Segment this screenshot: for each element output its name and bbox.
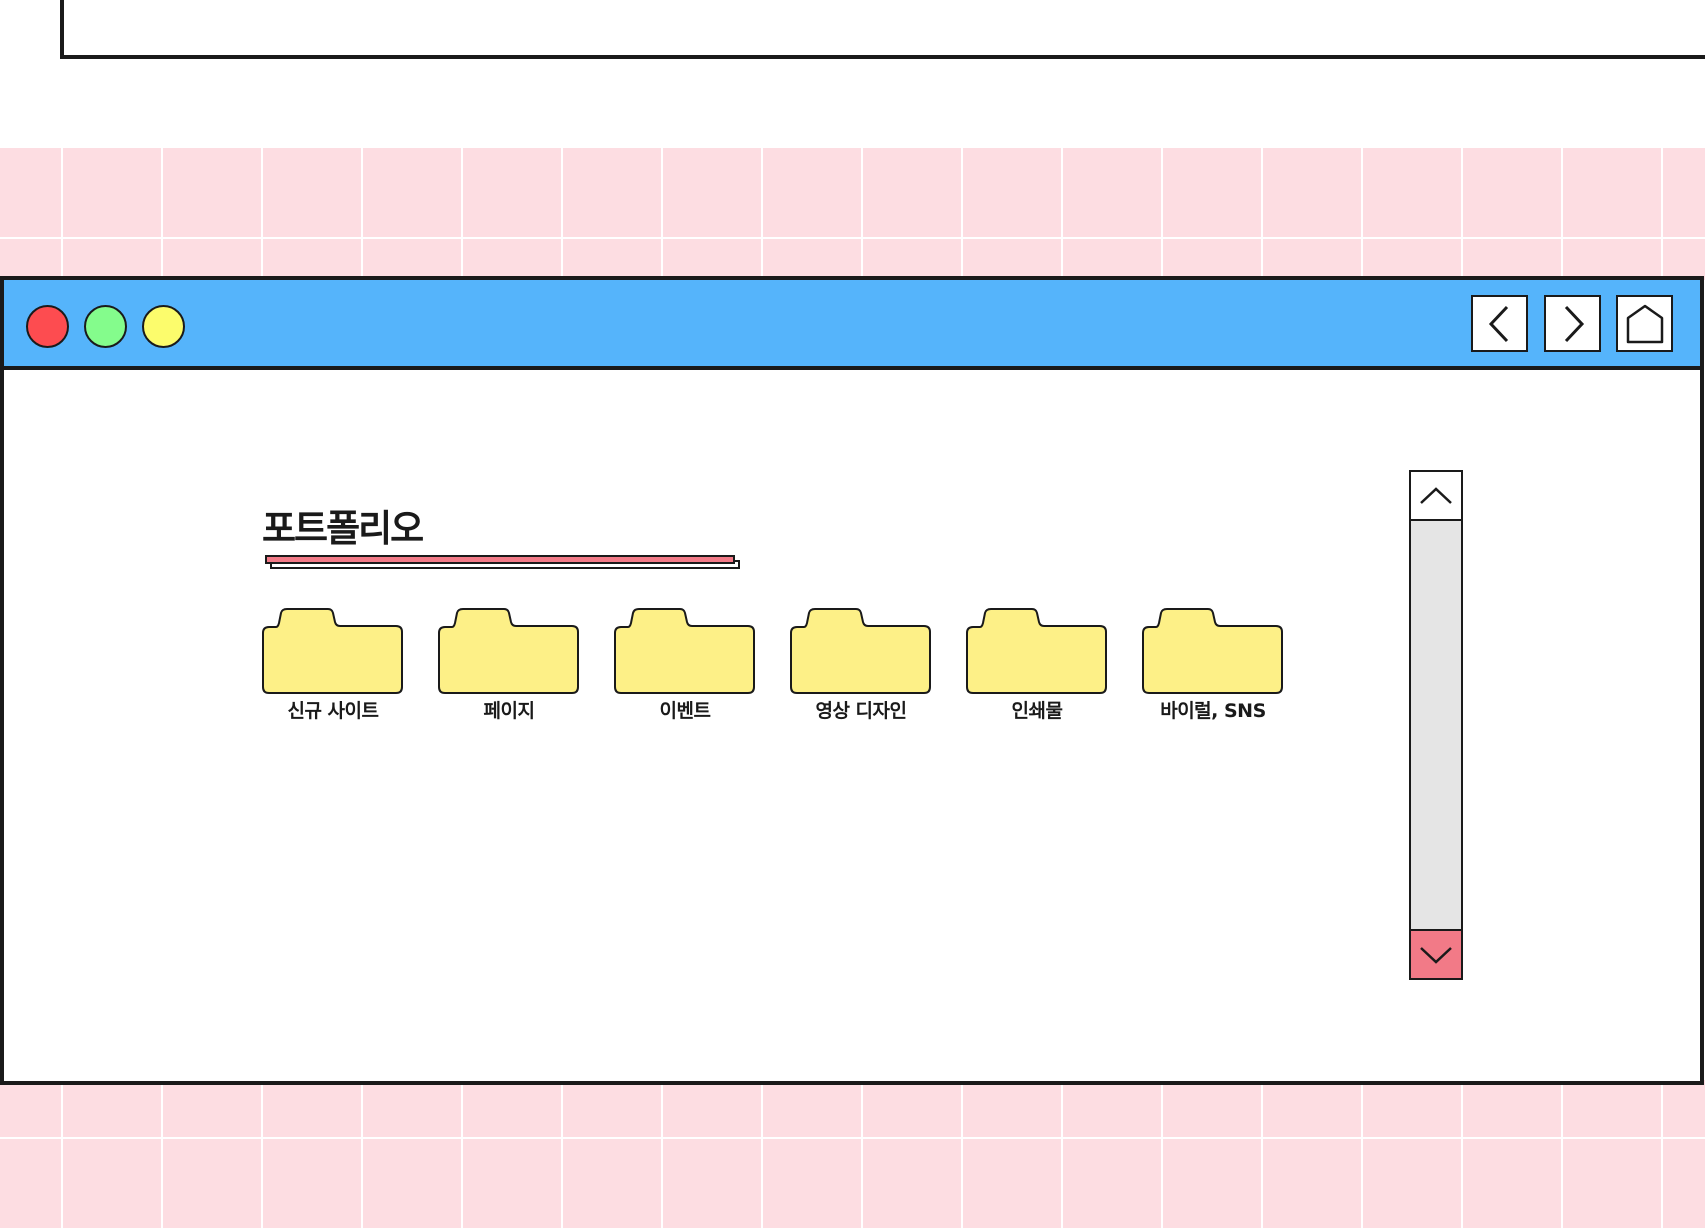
scroll-up-button[interactable] (1411, 472, 1461, 521)
chevron-down-icon (1420, 946, 1452, 964)
scroll-down-button[interactable] (1411, 929, 1461, 978)
folder-icon (790, 608, 931, 694)
title-bar (4, 280, 1700, 370)
folder-icon (262, 608, 403, 694)
folder-icon (1142, 608, 1283, 694)
background-window (60, 0, 1705, 59)
folder-label: 이벤트 (659, 700, 711, 722)
home-button[interactable] (1616, 295, 1673, 352)
grid-background-top (0, 148, 1705, 280)
vertical-scrollbar[interactable] (1409, 470, 1463, 980)
chevron-left-icon (1488, 305, 1508, 342)
folder-label: 페이지 (483, 700, 535, 722)
back-button[interactable] (1471, 295, 1528, 352)
home-icon (1626, 304, 1663, 343)
minimize-window-button[interactable] (84, 305, 127, 348)
folder-icon (614, 608, 755, 694)
folder-item[interactable]: 바이럴, SNS (1142, 607, 1284, 732)
grid-background-bottom (0, 1080, 1705, 1228)
folder-label: 신규 사이트 (287, 700, 379, 722)
folder-label: 인쇄물 (1011, 700, 1063, 722)
folder-icon (966, 608, 1107, 694)
folder-item[interactable]: 이벤트 (614, 607, 756, 732)
folder-item[interactable]: 영상 디자인 (790, 607, 932, 732)
folder-item[interactable]: 페이지 (438, 607, 580, 732)
chevron-up-icon (1420, 486, 1452, 504)
page-title: 포트폴리오 (262, 506, 424, 550)
title-underline (265, 555, 735, 564)
folder-label: 바이럴, SNS (1160, 700, 1266, 722)
maximize-window-button[interactable] (142, 305, 185, 348)
forward-button[interactable] (1544, 295, 1601, 352)
folder-icon (438, 608, 579, 694)
desktop: 포트폴리오 신규 사이트 페이지 이벤트 영상 디자인 인쇄물 바이럴, SNS (0, 0, 1705, 1228)
folder-item[interactable]: 인쇄물 (966, 607, 1108, 732)
browser-window: 포트폴리오 신규 사이트 페이지 이벤트 영상 디자인 인쇄물 바이럴, SNS (0, 276, 1704, 1085)
chevron-right-icon (1564, 305, 1584, 342)
folder-label: 영상 디자인 (815, 700, 907, 722)
close-window-button[interactable] (26, 305, 69, 348)
folder-item[interactable]: 신규 사이트 (262, 607, 404, 732)
